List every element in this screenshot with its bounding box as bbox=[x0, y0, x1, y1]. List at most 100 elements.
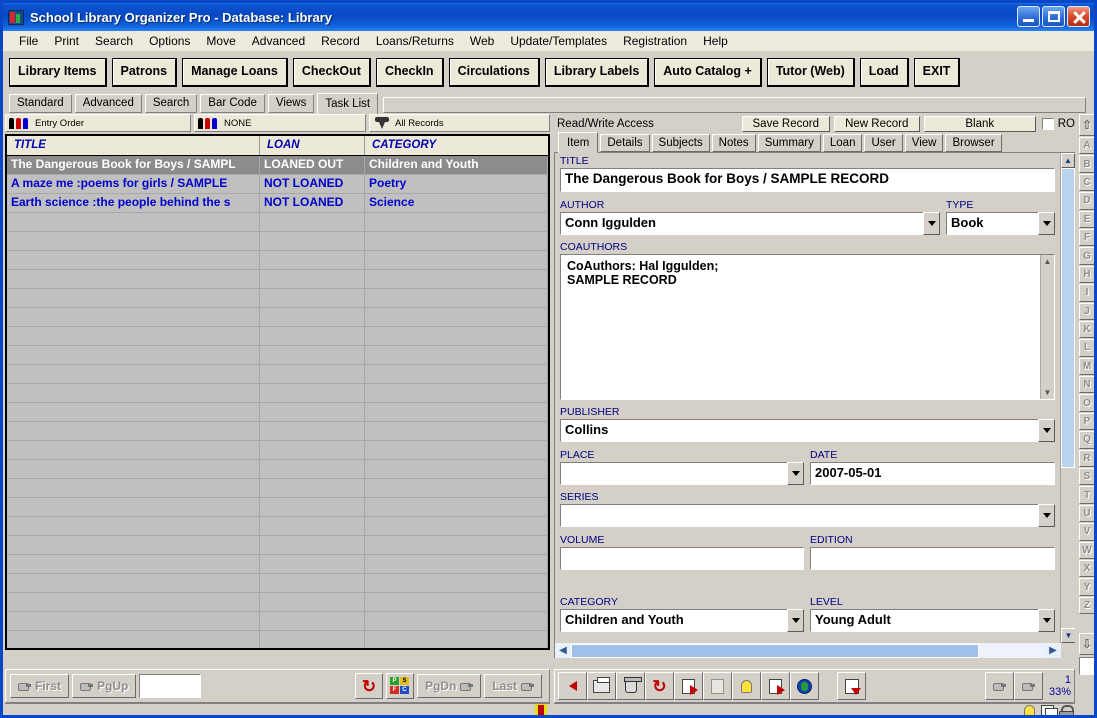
table-row[interactable] bbox=[7, 479, 548, 498]
save-record-button[interactable]: Save Record bbox=[741, 115, 830, 132]
table-row[interactable] bbox=[7, 536, 548, 555]
alpha-jump-k[interactable]: K bbox=[1079, 320, 1094, 339]
subtab-views[interactable]: Views bbox=[267, 94, 315, 113]
alpha-jump-t[interactable]: T bbox=[1079, 486, 1094, 504]
menu-item-loans-returns[interactable]: Loans/Returns bbox=[368, 33, 462, 49]
alpha-jump-r[interactable]: R bbox=[1079, 449, 1094, 468]
category-combo[interactable]: Children and Youth bbox=[560, 609, 804, 632]
tab-browser[interactable]: Browser bbox=[945, 134, 1002, 152]
toolbar-button-auto-catalog[interactable]: Auto Catalog + bbox=[654, 58, 762, 87]
hint-button[interactable] bbox=[732, 672, 761, 700]
rail-indicator-box[interactable] bbox=[1079, 657, 1094, 676]
scroll-up-icon[interactable]: ▲ bbox=[1041, 255, 1054, 268]
type-combo[interactable]: Book bbox=[946, 212, 1055, 235]
alpha-jump-q[interactable]: Q bbox=[1079, 431, 1094, 449]
subtab-bar-code[interactable]: Bar Code bbox=[200, 94, 265, 113]
scroll-up-icon[interactable]: ▲ bbox=[1061, 153, 1075, 168]
first-record-button[interactable]: First bbox=[10, 674, 70, 698]
table-row[interactable] bbox=[7, 498, 548, 517]
tab-loan[interactable]: Loan bbox=[822, 134, 863, 152]
alpha-jump-w[interactable]: W bbox=[1079, 541, 1094, 559]
table-row[interactable] bbox=[7, 251, 548, 270]
table-row[interactable] bbox=[7, 574, 548, 593]
menu-item-update-templates[interactable]: Update/Templates bbox=[502, 33, 615, 49]
menu-item-registration[interactable]: Registration bbox=[615, 33, 695, 49]
alpha-jump-j[interactable]: J bbox=[1079, 302, 1094, 320]
chevron-down-icon[interactable] bbox=[923, 212, 940, 235]
toolbar-button-manage-loans[interactable]: Manage Loans bbox=[182, 58, 288, 87]
alpha-jump-y[interactable]: Y bbox=[1079, 578, 1094, 596]
chevron-down-icon[interactable] bbox=[1038, 419, 1055, 442]
alpha-jump-b[interactable]: B bbox=[1079, 155, 1094, 173]
scroll-right-icon[interactable]: ▶ bbox=[1045, 643, 1061, 658]
menu-item-record[interactable]: Record bbox=[313, 33, 368, 49]
resize-marker-icon[interactable] bbox=[535, 704, 547, 715]
table-row[interactable]: The Dangerous Book for Boys / SAMPL LOANE… bbox=[7, 156, 548, 175]
menu-item-search[interactable]: Search bbox=[87, 33, 141, 49]
table-row[interactable] bbox=[7, 213, 548, 232]
copy-status-button[interactable] bbox=[1039, 704, 1058, 715]
chevron-down-icon[interactable] bbox=[1038, 609, 1055, 632]
alpha-jump-u[interactable]: U bbox=[1079, 504, 1094, 523]
alpha-jump-z[interactable]: Z bbox=[1079, 596, 1094, 615]
table-row[interactable] bbox=[7, 441, 548, 460]
hscroll-track[interactable] bbox=[571, 643, 1045, 658]
menu-item-web[interactable]: Web bbox=[462, 33, 502, 49]
alpha-jump-g[interactable]: G bbox=[1079, 247, 1094, 265]
table-row[interactable] bbox=[7, 270, 548, 289]
coauthors-textarea[interactable]: CoAuthors: Hal Iggulden; SAMPLE RECORD ▲… bbox=[560, 254, 1055, 400]
alpha-jump-d[interactable]: D bbox=[1079, 192, 1094, 210]
next-record-button[interactable] bbox=[1013, 672, 1043, 700]
type-input[interactable]: Book bbox=[946, 212, 1038, 235]
category-input[interactable]: Children and Youth bbox=[560, 609, 787, 632]
table-row[interactable] bbox=[7, 346, 548, 365]
table-row[interactable]: A maze me :poems for girls / SAMPLE NOT L… bbox=[7, 175, 548, 194]
alpha-jump-h[interactable]: H bbox=[1079, 265, 1094, 284]
print-button[interactable] bbox=[587, 672, 616, 700]
alpha-jump-m[interactable]: M bbox=[1079, 357, 1094, 376]
table-row[interactable] bbox=[7, 555, 548, 574]
alpha-jump-s[interactable]: S bbox=[1079, 468, 1094, 486]
subtab-advanced[interactable]: Advanced bbox=[74, 94, 142, 113]
menu-item-print[interactable]: Print bbox=[46, 33, 87, 49]
place-input[interactable] bbox=[560, 462, 787, 485]
tab-item[interactable]: Item bbox=[558, 132, 599, 153]
toolbar-button-load[interactable]: Load bbox=[859, 58, 909, 87]
group-selector[interactable]: NONE bbox=[194, 114, 366, 132]
table-row[interactable]: Earth science :the people behind the s NO… bbox=[7, 194, 548, 213]
menu-item-move[interactable]: Move bbox=[198, 33, 243, 49]
back-arrow-icon-button[interactable] bbox=[558, 672, 587, 700]
level-combo[interactable]: Young Adult bbox=[810, 609, 1055, 632]
table-row[interactable] bbox=[7, 308, 548, 327]
form-vertical-scrollbar[interactable]: ▲ ▼ bbox=[1060, 153, 1075, 658]
column-header-title[interactable]: TITLE bbox=[7, 136, 260, 155]
scroll-down-icon[interactable]: ▼ bbox=[1041, 386, 1054, 399]
rail-scroll-down-button[interactable]: ⇩ bbox=[1079, 633, 1094, 656]
table-row[interactable] bbox=[7, 403, 548, 422]
alpha-jump-o[interactable]: O bbox=[1079, 394, 1094, 412]
toolbar-button-library-labels[interactable]: Library Labels bbox=[544, 58, 650, 87]
scroll-thumb[interactable] bbox=[1061, 168, 1075, 468]
table-row[interactable] bbox=[7, 289, 548, 308]
volume-input[interactable] bbox=[560, 547, 804, 570]
tab-notes[interactable]: Notes bbox=[711, 134, 756, 152]
color-blocks-button[interactable]: PSFC bbox=[385, 673, 414, 699]
refresh-button[interactable]: ↻ bbox=[645, 672, 674, 700]
tab-subjects[interactable]: Subjects bbox=[651, 134, 710, 152]
author-input[interactable]: Conn Iggulden bbox=[560, 212, 923, 235]
table-row[interactable] bbox=[7, 460, 548, 479]
series-input[interactable] bbox=[560, 504, 1038, 527]
table-row[interactable] bbox=[7, 365, 548, 384]
tab-details[interactable]: Details bbox=[600, 134, 650, 152]
table-row[interactable] bbox=[7, 612, 548, 631]
alpha-jump-c[interactable]: C bbox=[1079, 173, 1094, 192]
toolbar-button-tutor-web[interactable]: Tutor (Web) bbox=[766, 58, 855, 87]
chevron-down-icon[interactable] bbox=[787, 462, 804, 485]
bulb-status-button[interactable] bbox=[1021, 704, 1037, 715]
toolbar-button-checkin[interactable]: CheckIn bbox=[375, 58, 444, 87]
toolbar-button-checkout[interactable]: CheckOut bbox=[292, 58, 371, 87]
date-input[interactable]: 2007-05-01 bbox=[810, 462, 1055, 485]
column-header-loan[interactable]: LOAN bbox=[260, 136, 365, 155]
level-input[interactable]: Young Adult bbox=[810, 609, 1038, 632]
document-red-button[interactable] bbox=[674, 672, 703, 700]
